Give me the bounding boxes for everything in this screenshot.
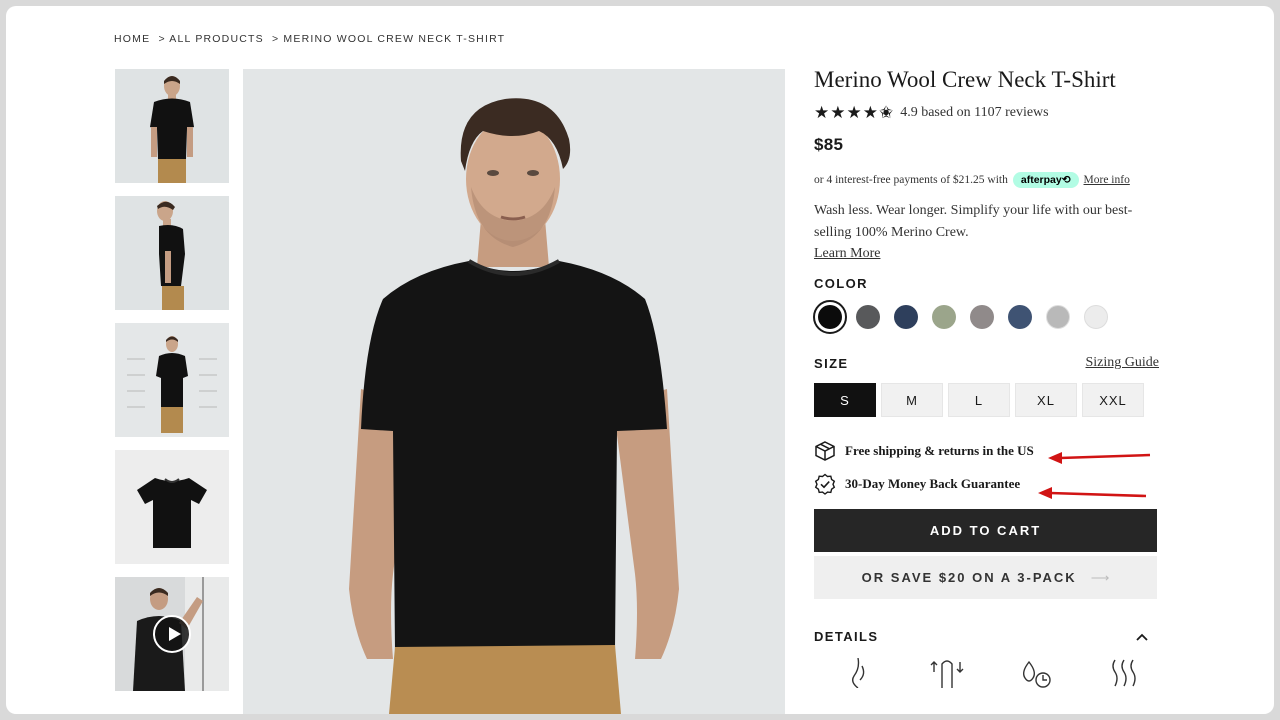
thumbnail-feature-callouts[interactable] xyxy=(115,323,229,437)
thumbnail-list xyxy=(115,69,229,704)
chevron-up-icon[interactable] xyxy=(1135,632,1149,642)
color-swatch[interactable] xyxy=(1046,305,1070,329)
badge-check-icon xyxy=(814,473,836,495)
thumbnail-side[interactable] xyxy=(115,196,229,310)
breathable-icon xyxy=(1112,659,1136,687)
rating-text: 4.9 based on 1107 reviews xyxy=(900,105,1049,120)
annotation-arrow-shipping xyxy=(1048,452,1151,464)
fiber-icon xyxy=(851,658,865,688)
size-option-l[interactable]: L xyxy=(948,383,1010,417)
thumbnail-front[interactable] xyxy=(115,69,229,183)
page-frame: HOME > ALL PRODUCTS > MERINO WOOL CREW N… xyxy=(6,6,1274,714)
color-swatch[interactable] xyxy=(932,305,956,329)
temperature-icon xyxy=(930,660,964,688)
size-header: SIZE Sizing Guide xyxy=(814,355,1159,371)
afterpay-logo: afterpay⟲ xyxy=(1012,172,1079,188)
add-to-cart-button[interactable]: ADD TO CART xyxy=(814,509,1157,552)
afterpay-text: or 4 interest-free payments of $21.25 wi… xyxy=(814,174,1008,186)
breadcrumb-all-products[interactable]: > ALL PRODUCTS xyxy=(158,33,263,45)
box-icon xyxy=(815,441,835,461)
odor-resistant-icon xyxy=(1023,660,1052,688)
afterpay-row: or 4 interest-free payments of $21.25 wi… xyxy=(814,172,1159,188)
color-swatch[interactable] xyxy=(813,300,847,334)
size-label: SIZE xyxy=(814,355,849,371)
sizing-guide-link[interactable]: Sizing Guide xyxy=(1086,355,1160,371)
perk-guarantee-text: 30-Day Money Back Guarantee xyxy=(845,476,1021,491)
thumbnail-flat-lay[interactable] xyxy=(115,450,229,564)
learn-more-link[interactable]: Learn More xyxy=(814,246,880,262)
size-option-s[interactable]: S xyxy=(814,383,876,417)
color-swatch[interactable] xyxy=(1084,305,1108,329)
details-label: DETAILS xyxy=(814,629,879,644)
three-pack-label: OR SAVE $20 ON A 3-PACK xyxy=(861,570,1077,585)
product-price: $85 xyxy=(814,135,844,154)
breadcrumb-current: > MERINO WOOL CREW NECK T-SHIRT xyxy=(271,33,506,45)
color-swatch[interactable] xyxy=(856,305,880,329)
arrow-right-icon: ⟶ xyxy=(1090,569,1110,585)
afterpay-more-info-link[interactable]: More info xyxy=(1084,174,1130,186)
annotation-arrow-guarantee xyxy=(1038,487,1147,499)
product-title: Merino Wool Crew Neck T-Shirt xyxy=(814,67,1116,92)
details-icons xyxy=(814,658,1139,688)
color-swatch[interactable] xyxy=(970,305,994,329)
color-swatches xyxy=(813,300,1159,334)
size-option-xxl[interactable]: XXL xyxy=(1082,383,1144,417)
color-label: COLOR xyxy=(814,276,868,291)
color-swatch[interactable] xyxy=(894,305,918,329)
thumbnail-video[interactable] xyxy=(115,577,229,691)
rating-row[interactable]: ★★★★✬ 4.9 based on 1107 reviews xyxy=(814,103,1159,123)
product-description: Wash less. Wear longer. Simplify your li… xyxy=(814,203,1133,240)
size-option-m[interactable]: M xyxy=(881,383,943,417)
breadcrumb: HOME > ALL PRODUCTS > MERINO WOOL CREW N… xyxy=(114,33,509,45)
size-option-xl[interactable]: XL xyxy=(1015,383,1077,417)
star-rating-icon: ★★★★✬ xyxy=(814,103,895,122)
details-accordion-header[interactable]: DETAILS xyxy=(814,629,1149,644)
perk-shipping-text: Free shipping & returns in the US xyxy=(845,443,1034,458)
size-options: S M L XL XXL xyxy=(814,383,1159,417)
breadcrumb-home[interactable]: HOME xyxy=(114,33,150,45)
play-icon[interactable] xyxy=(153,615,191,653)
three-pack-button[interactable]: OR SAVE $20 ON A 3-PACK ⟶ xyxy=(814,556,1157,599)
product-info: Merino Wool Crew Neck T-Shirt ★★★★✬ 4.9 … xyxy=(813,66,1159,688)
color-swatch[interactable] xyxy=(1008,305,1032,329)
hero-image xyxy=(243,69,785,714)
